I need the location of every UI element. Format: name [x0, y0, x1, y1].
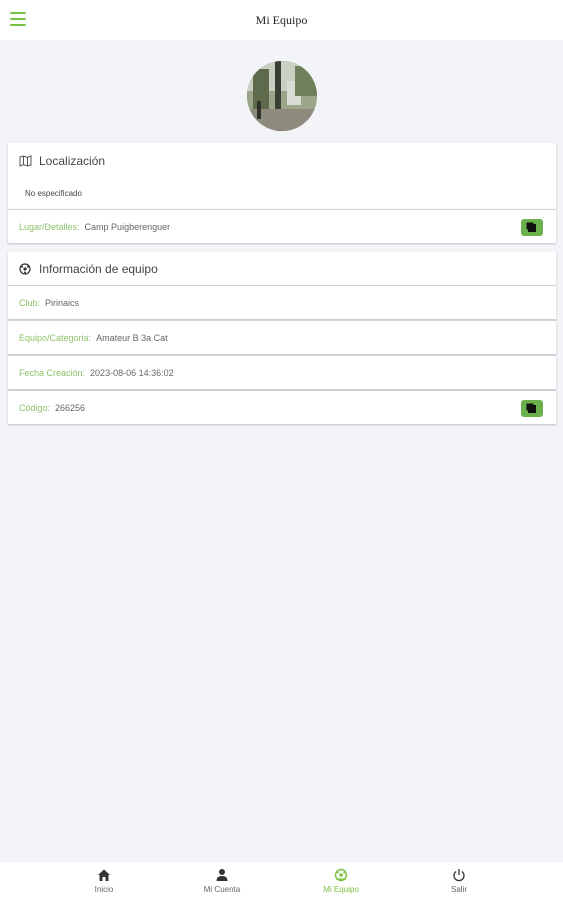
bottom-navigation: Inicio Mi Cuenta Mi Equipo Salir — [0, 862, 563, 900]
nav-tab-mi-cuenta[interactable]: Mi Cuenta — [177, 862, 267, 900]
power-icon — [453, 869, 465, 882]
creation-date-row: Fecha Creación: 2023-08-06 14:36:02 — [8, 355, 556, 389]
copy-code-button[interactable] — [521, 400, 543, 417]
creation-date-label: Fecha Creación: — [19, 367, 86, 378]
team-category-label: Equipo/Categoria: — [19, 332, 92, 343]
location-card: Localización No especificado — [8, 143, 556, 209]
club-value: Pirinaics — [45, 297, 80, 308]
location-details-row: Lugar/Detalles: Camp Puigberenguer — [8, 209, 556, 243]
nav-tab-label: Salir — [450, 885, 467, 894]
copy-icon — [528, 404, 536, 413]
top-app-bar: Mi Equipo — [0, 0, 563, 40]
nav-tab-inicio[interactable]: Inicio — [59, 862, 149, 900]
page-title: Mi Equipo — [255, 12, 308, 27]
copy-location-button[interactable] — [521, 219, 543, 236]
location-title: Localización — [39, 153, 106, 168]
nav-tab-salir[interactable]: Salir — [414, 862, 504, 900]
team-avatar — [247, 61, 317, 131]
location-details-value: Camp Puigberenguer — [84, 221, 171, 232]
creation-date-value: 2023-08-06 14:36:02 — [90, 367, 174, 378]
copy-icon — [528, 223, 536, 232]
soccer-ball-icon — [18, 262, 32, 276]
team-info-title: Información de equipo — [39, 261, 158, 276]
team-code-value: 266256 — [55, 402, 86, 413]
team-info-header: Información de equipo — [8, 252, 556, 285]
nav-tab-label: Mi Equipo — [323, 885, 359, 894]
team-icon — [334, 868, 348, 882]
club-row: Club: Pirinaics — [8, 285, 556, 319]
nav-tab-label: Mi Cuenta — [203, 885, 241, 894]
map-icon — [18, 154, 32, 168]
user-icon — [216, 869, 228, 881]
team-category-row: Equipo/Categoria: Amateur B 3a Cat — [8, 320, 556, 354]
location-details-label: Lugar/Detalles: — [19, 221, 80, 232]
club-label: Club: — [19, 297, 41, 308]
location-card-header: Localización — [8, 143, 556, 178]
team-info-card: Información de equipo — [8, 252, 556, 285]
home-icon — [98, 869, 110, 881]
team-category-value: Amateur B 3a Cat — [96, 332, 168, 343]
location-status: No especificado — [25, 188, 82, 198]
hamburger-menu-icon[interactable] — [10, 12, 26, 26]
team-code-row: Código: 266256 — [8, 390, 556, 424]
nav-tab-mi-equipo[interactable]: Mi Equipo — [296, 862, 386, 900]
team-code-label: Código: — [19, 402, 51, 413]
nav-tab-label: Inicio — [94, 885, 114, 894]
